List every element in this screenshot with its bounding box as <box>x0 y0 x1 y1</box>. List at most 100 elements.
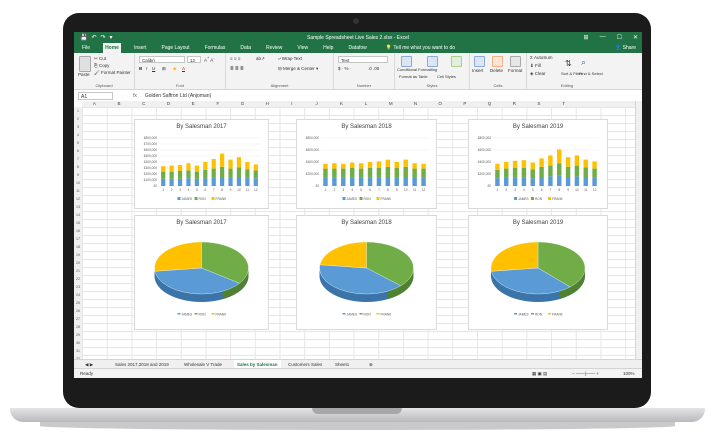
bar-ron[interactable] <box>394 168 400 178</box>
bar-james[interactable] <box>548 176 553 186</box>
share-button[interactable]: 👤 Share <box>615 45 636 51</box>
bar-frank[interactable] <box>548 155 553 166</box>
bar-ron[interactable] <box>358 168 364 178</box>
font-color-icon[interactable]: A <box>182 66 185 71</box>
bar-james[interactable] <box>349 177 355 186</box>
formula-input[interactable]: Golden Saffron Ltd (Anjoman) <box>145 93 211 99</box>
bar-frank[interactable] <box>253 164 258 171</box>
bar-ron[interactable] <box>548 165 553 177</box>
paste-button[interactable]: Paste <box>78 72 90 77</box>
conditional-formatting-button[interactable]: Conditional Formatting <box>397 67 437 72</box>
row-header[interactable]: 18 <box>74 243 82 251</box>
format-button[interactable]: Format <box>508 68 522 73</box>
pie-slice-frank[interactable] <box>154 241 202 272</box>
bar-frank[interactable] <box>495 163 500 170</box>
tab-help[interactable]: Help <box>321 43 335 53</box>
bar-ron[interactable] <box>349 168 355 178</box>
pie-slice-frank[interactable] <box>319 241 367 269</box>
bar-james[interactable] <box>169 178 174 186</box>
bar-frank[interactable] <box>161 166 166 172</box>
cut-button[interactable]: ✂ Cut <box>94 56 106 62</box>
bar-frank[interactable] <box>385 159 391 167</box>
row-header[interactable]: 15 <box>74 219 82 227</box>
row-header[interactable]: 14 <box>74 211 82 219</box>
format-table-icon[interactable] <box>427 56 438 67</box>
bar-frank[interactable] <box>530 162 535 170</box>
insert-cells-icon[interactable] <box>474 56 485 67</box>
bar-james[interactable] <box>539 177 544 186</box>
bar-ron[interactable] <box>574 165 580 177</box>
bar-ron[interactable] <box>177 171 183 179</box>
bar-james[interactable] <box>186 178 191 186</box>
insert-button[interactable]: Insert <box>472 68 483 73</box>
bar-james[interactable] <box>574 176 580 186</box>
chart-pie-2019[interactable]: By Salesman 2019 JAMES RON FRANK <box>468 215 608 330</box>
bar-james[interactable] <box>521 177 527 186</box>
tab-insert[interactable]: Insert <box>132 43 149 53</box>
bar-frank[interactable] <box>403 159 408 167</box>
bar-frank[interactable] <box>583 159 588 168</box>
bar-james[interactable] <box>177 178 183 186</box>
bar-ron[interactable] <box>186 170 191 179</box>
bar-frank[interactable] <box>565 157 571 167</box>
row-header[interactable]: 5 <box>74 139 82 147</box>
bar-frank[interactable] <box>236 157 242 168</box>
bar-ron[interactable] <box>521 168 527 178</box>
bar-ron[interactable] <box>220 166 225 177</box>
bar-frank[interactable] <box>186 163 191 171</box>
bar-ron[interactable] <box>592 168 597 178</box>
bar-ron[interactable] <box>341 168 346 178</box>
bar-frank[interactable] <box>169 165 174 172</box>
row-header[interactable]: 10 <box>74 179 82 187</box>
zoom-level[interactable]: 100% <box>623 369 635 378</box>
bar-frank[interactable] <box>220 153 225 167</box>
row-header[interactable]: 27 <box>74 315 82 323</box>
bar-ron[interactable] <box>203 169 208 179</box>
maximize-button[interactable]: ☐ <box>617 34 622 41</box>
bar-frank[interactable] <box>211 159 216 169</box>
bar-ron[interactable] <box>376 168 382 178</box>
bar-james[interactable] <box>565 177 571 186</box>
bar-james[interactable] <box>376 177 382 186</box>
name-box[interactable]: A1 <box>78 92 113 100</box>
tab-review[interactable]: Review <box>264 43 284 53</box>
bar-frank[interactable] <box>574 155 580 166</box>
bar-frank[interactable] <box>557 149 562 164</box>
bar-frank[interactable] <box>228 159 233 169</box>
row-header[interactable]: 26 <box>74 307 82 315</box>
row-header[interactable]: 17 <box>74 235 82 243</box>
fx-icon[interactable]: fx <box>133 93 137 99</box>
tab-formulas[interactable]: Formulas <box>203 43 228 53</box>
bar-ron[interactable] <box>565 166 571 177</box>
paste-icon[interactable] <box>79 56 91 72</box>
row-header[interactable]: 31 <box>74 347 82 355</box>
view-buttons[interactable]: ▦ ▣ ▤ <box>532 369 547 378</box>
row-header[interactable]: 12 <box>74 195 82 203</box>
bar-ron[interactable] <box>504 168 509 178</box>
bar-ron[interactable] <box>194 171 199 179</box>
row-header[interactable]: 3 <box>74 123 82 131</box>
row-header[interactable]: 24 <box>74 291 82 299</box>
fill-button[interactable]: ⬇ Fill <box>530 63 541 69</box>
bar-frank[interactable] <box>349 162 355 168</box>
vertical-scrollbar[interactable] <box>635 101 642 359</box>
bar-james[interactable] <box>530 178 535 186</box>
bar-frank[interactable] <box>376 161 382 168</box>
chart-bar-2019[interactable]: By Salesman 2019 £800,000 £600,000 £400,00… <box>468 119 608 209</box>
row-header[interactable]: 22 <box>74 275 82 283</box>
format-cells-icon[interactable] <box>510 56 521 67</box>
bar-james[interactable] <box>495 178 500 186</box>
row-header[interactable]: 9 <box>74 171 82 179</box>
bar-james[interactable] <box>203 178 208 186</box>
bar-james[interactable] <box>385 177 391 186</box>
row-header[interactable]: 6 <box>74 147 82 155</box>
italic-icon[interactable]: I <box>146 66 147 71</box>
bar-ron[interactable] <box>367 168 373 178</box>
tab-datafow[interactable]: Datafow <box>346 43 368 53</box>
bar-frank[interactable] <box>245 162 250 170</box>
decimal-icon[interactable]: .0 .00 <box>368 66 379 71</box>
align-top-icon[interactable]: ≡ ≡ ≡ <box>230 56 240 61</box>
ribbon-display-icon[interactable]: ⊞ <box>584 34 589 41</box>
autosum-button[interactable]: Σ AutoSum <box>530 55 553 60</box>
delete-button[interactable]: Delete <box>490 68 503 73</box>
